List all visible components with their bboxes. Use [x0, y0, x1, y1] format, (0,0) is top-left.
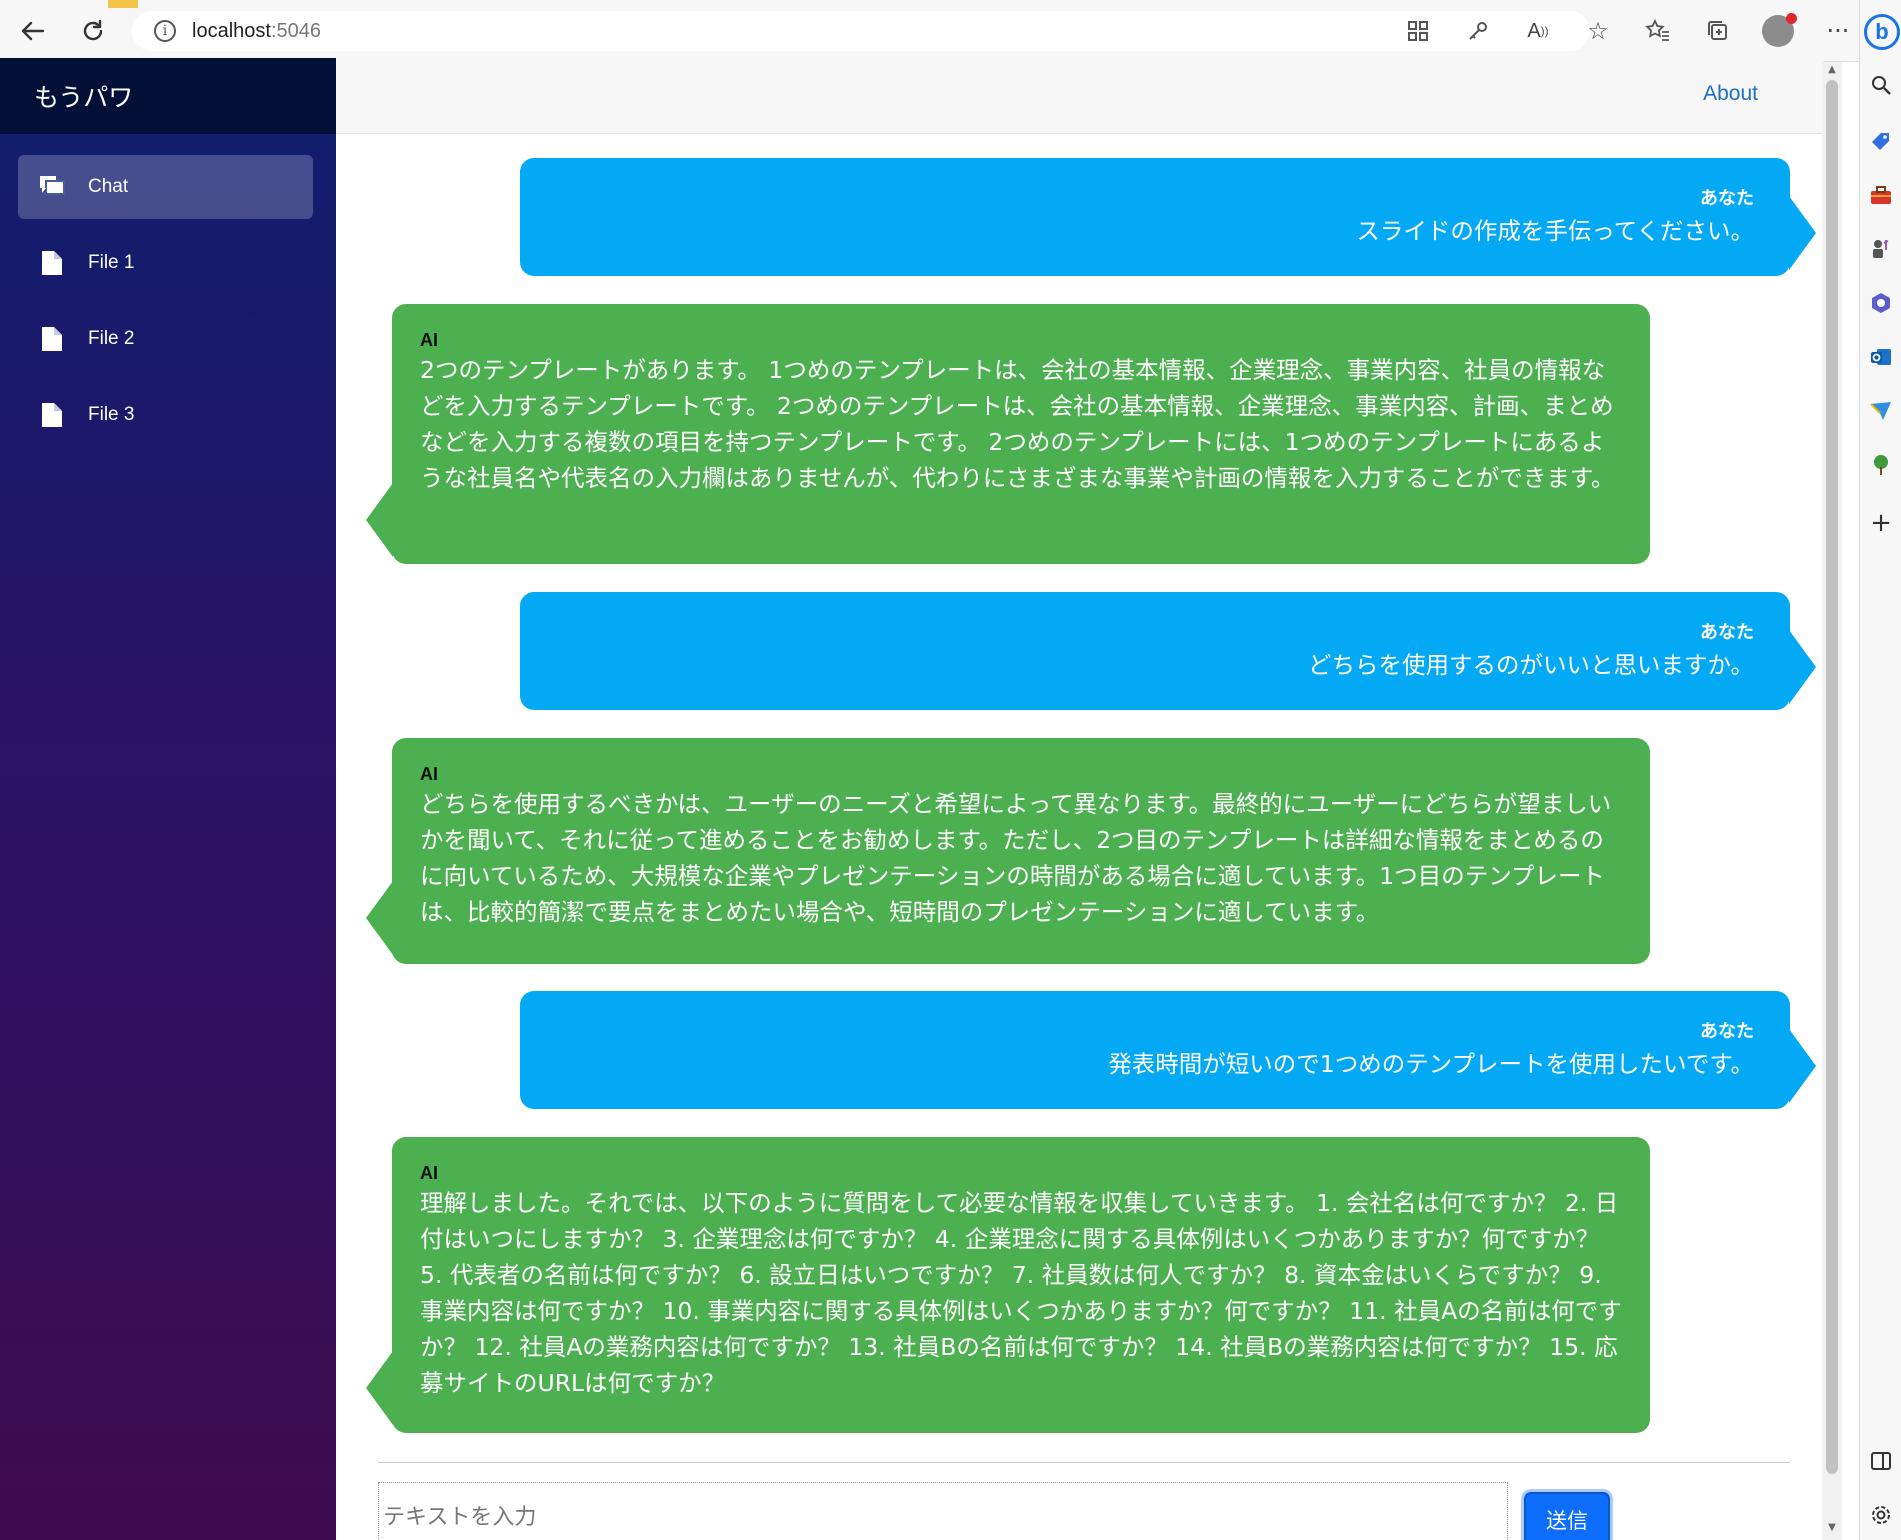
chat-message-ai: AI 理解しました。それでは、以下のように質問をして必要な情報を収集していきます… — [366, 1137, 1650, 1433]
message-text: 2つのテンプレートがあります。 1つめのテンプレートは、会社の基本情報、企業理念… — [420, 356, 1615, 492]
tree-icon[interactable] — [1866, 450, 1896, 480]
shopping-tag-icon[interactable] — [1866, 126, 1896, 156]
sidebar-item-label: File 1 — [88, 252, 135, 273]
sidebar-item-file-2[interactable]: File 2 — [18, 307, 313, 371]
chat-message-user: あなた 発表時間が短いので1つめのテンプレートを使用したいです。 — [520, 991, 1816, 1109]
top-row: About — [336, 58, 1824, 134]
message-text: 発表時間が短いので1つめのテンプレートを使用したいです。 — [1108, 1050, 1754, 1078]
message-sender: AI — [420, 764, 438, 784]
sidebar-item-file-1[interactable]: File 1 — [18, 231, 313, 295]
read-aloud-icon[interactable]: A)) — [1518, 13, 1558, 49]
bubble-tail — [1789, 630, 1816, 704]
games-icon[interactable] — [1866, 234, 1896, 264]
file-icon — [38, 401, 66, 429]
brand-title: もうパワ — [34, 83, 134, 112]
bubble-tail — [366, 1351, 393, 1425]
app-sidebar: もうパワ Chat File 1 File 2 File 3 — [0, 58, 336, 1540]
scroll-down-arrow-icon[interactable]: ▼ — [1826, 1522, 1838, 1534]
chat-message-ai: AI 2つのテンプレートがあります。 1つめのテンプレートは、会社の基本情報、企… — [366, 304, 1650, 564]
chat-message-user: あなた スライドの作成を手伝ってください。 — [520, 158, 1816, 276]
bubble-tail — [366, 483, 393, 557]
message-text: スライドの作成を手伝ってください。 — [1356, 217, 1754, 245]
sidebar-item-label: File 3 — [88, 404, 135, 425]
tools-briefcase-icon[interactable] — [1866, 180, 1896, 210]
refresh-icon — [83, 19, 103, 41]
send-button[interactable]: 送信 — [1524, 1492, 1610, 1540]
scroll-up-arrow-icon[interactable]: ▲ — [1826, 64, 1838, 76]
file-icon — [38, 249, 66, 277]
collections-icon[interactable] — [1698, 13, 1738, 49]
edge-sidebar: b + — [1859, 0, 1901, 1540]
message-sender: AI — [420, 330, 438, 350]
bing-icon[interactable]: b — [1864, 14, 1900, 50]
address-bar[interactable]: i localhost:5046 — [132, 11, 1590, 51]
sidebar-item-chat[interactable]: Chat — [18, 155, 313, 219]
message-sender: あなた — [1700, 622, 1754, 642]
file-icon — [38, 325, 66, 353]
sidebar-item-label: File 2 — [88, 328, 135, 349]
about-link[interactable]: About — [1703, 82, 1758, 106]
scroll-thumb[interactable] — [1826, 80, 1838, 1474]
back-arrow-icon — [21, 21, 45, 41]
microsoft365-icon[interactable] — [1866, 288, 1896, 318]
refresh-button[interactable] — [72, 10, 114, 52]
message-text: どちらを使用するべきかは、ユーザーのニーズと希望によって異なります。最終的にユー… — [420, 790, 1612, 926]
sidebar-item-label: Chat — [88, 176, 129, 197]
bubble-tail — [366, 881, 393, 955]
key-icon[interactable] — [1458, 13, 1498, 49]
site-info-icon[interactable]: i — [154, 20, 176, 42]
chat-message-ai: AI どちらを使用するべきかは、ユーザーのニーズと希望によって異なります。最終的… — [366, 738, 1650, 964]
message-sender: あなた — [1700, 1021, 1754, 1041]
composer-divider — [378, 1462, 1790, 1463]
browser-toolbar: i localhost:5046 A)) ☆ ··· — [0, 0, 1860, 62]
sidebar-item-file-3[interactable]: File 3 — [18, 383, 313, 447]
message-sender: あなた — [1700, 188, 1754, 208]
message-text: 理解しました。それでは、以下のように質問をして必要な情報を収集していきます。 1… — [420, 1189, 1622, 1397]
app-available-icon[interactable] — [1398, 13, 1438, 49]
more-options-icon[interactable]: ··· — [1818, 13, 1858, 49]
message-sender: AI — [420, 1163, 438, 1183]
back-button[interactable] — [12, 10, 54, 52]
brand-bar: もうパワ — [0, 58, 336, 134]
page-scrollbar[interactable]: ▲ ▼ — [1822, 62, 1842, 1540]
address-url: localhost:5046 — [192, 19, 321, 42]
chat-icon — [38, 173, 66, 201]
sidebar-toggle-icon[interactable] — [1866, 1446, 1896, 1476]
chat-message-user: あなた どちらを使用するのがいいと思いますか。 — [520, 592, 1816, 710]
favorites-icon[interactable] — [1638, 13, 1678, 49]
outlook-icon[interactable] — [1866, 342, 1896, 372]
avatar — [1762, 13, 1797, 47]
settings-icon[interactable] — [1866, 1500, 1896, 1530]
send-plane-icon[interactable] — [1866, 396, 1896, 426]
add-icon[interactable]: + — [1866, 508, 1896, 538]
add-favorite-icon[interactable]: ☆ — [1578, 13, 1618, 49]
bubble-tail — [1789, 1029, 1816, 1103]
tab-indicator — [108, 0, 138, 8]
message-input[interactable] — [378, 1482, 1508, 1540]
search-icon[interactable] — [1866, 70, 1896, 100]
bubble-tail — [1789, 196, 1816, 270]
message-text: どちらを使用するのがいいと思いますか。 — [1307, 651, 1754, 679]
profile-avatar[interactable] — [1758, 13, 1798, 49]
